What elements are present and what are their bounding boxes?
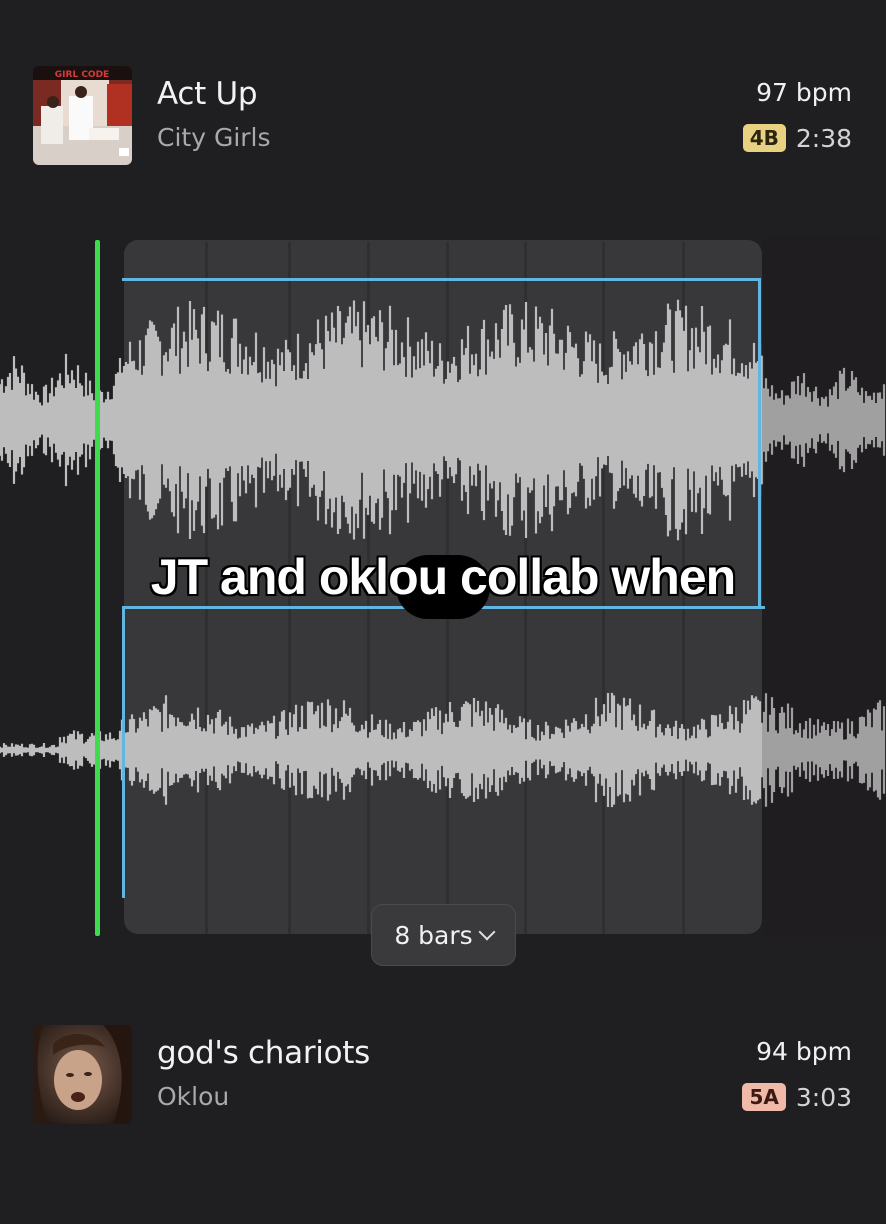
video-caption: JT and oklou collab when bbox=[150, 549, 736, 605]
top-track-title: Act Up bbox=[157, 76, 258, 112]
album-art-logo-text: GIRL CODE bbox=[55, 70, 109, 80]
top-track-album-art: GIRL CODE bbox=[33, 66, 132, 165]
bottom-track-title: god's chariots bbox=[157, 1035, 370, 1071]
top-track-bpm: 97 bpm bbox=[756, 78, 852, 107]
bottom-track-artist: Oklou bbox=[157, 1082, 230, 1111]
bottom-track-key-badge: 5A bbox=[742, 1083, 786, 1111]
loop-length-dropdown[interactable]: 8 bars bbox=[371, 904, 516, 966]
top-track-meta: 4B 2:38 bbox=[742, 122, 852, 154]
top-track-header[interactable]: GIRL CODE Act Up City Girls 97 bpm 4B 2:… bbox=[0, 66, 886, 166]
loop-length-label: 8 bars bbox=[394, 920, 473, 950]
chevron-down-icon bbox=[478, 923, 496, 941]
bottom-track-album-art bbox=[33, 1025, 132, 1124]
bottom-track-waveform bbox=[0, 692, 886, 808]
bottom-track-duration: 3:03 bbox=[795, 1082, 852, 1112]
top-track-key-badge: 4B bbox=[742, 124, 786, 152]
bottom-track-meta: 5A 3:03 bbox=[742, 1081, 852, 1113]
bottom-track-header[interactable]: god's chariots Oklou 94 bpm 5A 3:03 bbox=[0, 1025, 886, 1125]
bottom-track-bpm: 94 bpm bbox=[756, 1037, 852, 1066]
top-track-duration: 2:38 bbox=[795, 123, 852, 153]
bottom-track-selection-left-edge[interactable] bbox=[122, 608, 125, 898]
top-track-artist: City Girls bbox=[157, 123, 271, 152]
